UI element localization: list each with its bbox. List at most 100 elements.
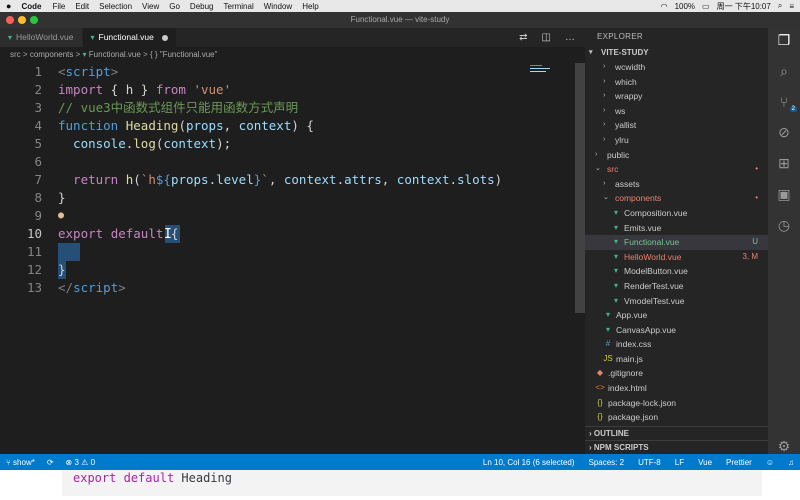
tree-item[interactable]: › assets xyxy=(585,177,768,192)
source-control-compare-icon[interactable]: ⇄ xyxy=(519,32,527,43)
tree-item[interactable]: › public xyxy=(585,148,768,163)
menu-list-icon[interactable]: ≡ xyxy=(789,2,794,11)
tree-item[interactable]: ▾ CanvasApp.vue xyxy=(585,323,768,338)
settings-gear-icon[interactable]: ⚙ xyxy=(774,438,794,455)
code-line: 1 <script> xyxy=(0,63,575,81)
tree-item[interactable]: › ylru xyxy=(585,133,768,148)
tree-item[interactable]: ▾ Composition.vue xyxy=(585,206,768,221)
menu-file[interactable]: File xyxy=(52,2,65,11)
branch-status[interactable]: ⑂ show* xyxy=(6,458,35,467)
battery-icon[interactable]: ▭ xyxy=(702,2,710,11)
tree-item[interactable]: ▾ RenderTest.vue xyxy=(585,279,768,294)
feedback-icon[interactable]: ☺ xyxy=(766,458,774,467)
tree-item[interactable]: {} package-lock.json xyxy=(585,396,768,411)
folder-closed-icon: › xyxy=(603,135,606,143)
tree-item[interactable]: ⌄ components • xyxy=(585,191,768,206)
source-control-icon[interactable]: ⑂ 2 xyxy=(774,94,797,112)
explorer-files-icon[interactable]: ❐ xyxy=(774,32,794,49)
tree-item[interactable]: ◆ .gitignore xyxy=(585,366,768,381)
macos-menubar: ● Code File Edit Selection View Go Debug… xyxy=(0,0,800,12)
encoding[interactable]: UTF-8 xyxy=(638,458,661,467)
tree-item[interactable]: ▾ Functional.vue U xyxy=(585,235,768,250)
minimap[interactable] xyxy=(530,63,575,83)
tree-item[interactable]: ⌄ src • xyxy=(585,162,768,177)
menu-debug[interactable]: Debug xyxy=(190,2,214,11)
remote-icon[interactable]: ▣ xyxy=(774,186,794,203)
clock[interactable]: 周一 下午10:07 xyxy=(717,1,771,12)
tree-item-label: .gitignore xyxy=(608,368,643,379)
search-icon[interactable]: ⌕ xyxy=(778,1,782,11)
code-editor[interactable]: 1 <script> 2 import { h } from 'vue' 3// v… xyxy=(0,63,585,454)
notifications-icon[interactable]: ♫ xyxy=(788,458,794,467)
tree-item[interactable]: ▾ ModelButton.vue xyxy=(585,264,768,279)
tree-item[interactable]: # index.css xyxy=(585,337,768,352)
menu-go[interactable]: Go xyxy=(169,2,180,11)
unsaved-dot-icon[interactable] xyxy=(161,34,168,41)
line-number: 11 xyxy=(26,244,42,259)
tree-item[interactable]: JS main.js xyxy=(585,352,768,367)
breadcrumb-components[interactable]: components xyxy=(30,50,74,59)
tree-item[interactable]: › yallist xyxy=(585,118,768,133)
git-status-badge: • xyxy=(755,193,758,203)
app-menu[interactable]: Code xyxy=(21,2,41,11)
more-actions-icon[interactable]: … xyxy=(565,32,575,43)
menu-selection[interactable]: Selection xyxy=(99,2,132,11)
tree-item[interactable]: ▾ App.vue xyxy=(585,308,768,323)
tree-item[interactable]: › ws xyxy=(585,104,768,119)
apple-menu-icon[interactable]: ● xyxy=(6,1,11,11)
tree-item[interactable]: <> index.html xyxy=(585,381,768,396)
git-file-icon: ◆ xyxy=(596,368,604,378)
tree-item[interactable]: ▾ HelloWorld.vue 3, M xyxy=(585,250,768,265)
code-line: 6 xyxy=(0,153,575,171)
tree-item[interactable]: › wcwidth xyxy=(585,60,768,75)
outline-section[interactable]: › OUTLINE xyxy=(585,426,768,440)
editor-scrollbar[interactable] xyxy=(575,63,585,313)
breadcrumb-src[interactable]: src xyxy=(10,50,21,59)
close-window-button[interactable] xyxy=(6,16,14,24)
lightbulb-icon[interactable]: ● xyxy=(58,207,64,225)
vue-file-icon: ▾ xyxy=(8,33,13,42)
timeline-icon[interactable]: ◷ xyxy=(774,217,794,234)
tree-item[interactable]: › wrappy xyxy=(585,89,768,104)
menu-edit[interactable]: Edit xyxy=(75,2,89,11)
debug-icon[interactable]: ⊘ xyxy=(774,124,794,141)
wifi-icon[interactable]: ◠ xyxy=(661,2,668,11)
breadcrumb-file[interactable]: Functional.vue xyxy=(89,50,141,59)
npm-scripts-section[interactable]: › NPM SCRIPTS xyxy=(585,440,768,454)
extensions-icon[interactable]: ⊞ xyxy=(774,155,794,172)
problems-status[interactable]: ⊗ 3 ⚠ 0 xyxy=(66,458,95,467)
zoom-window-button[interactable] xyxy=(30,16,38,24)
file-tree: › wcwidth › which › wrappy › ws › yallist › ylru › pu… xyxy=(585,60,768,425)
tree-item[interactable]: {} package.json xyxy=(585,410,768,425)
tree-item[interactable]: ▾ Emits.vue xyxy=(585,221,768,236)
line-number: 2 xyxy=(34,82,42,97)
vue-file-icon: ▾ xyxy=(613,237,618,247)
split-editor-icon[interactable]: ◫ xyxy=(542,32,551,43)
menu-help[interactable]: Help xyxy=(302,2,318,11)
indentation[interactable]: Spaces: 2 xyxy=(589,458,625,467)
battery-percent[interactable]: 100% xyxy=(675,2,695,11)
search-icon[interactable]: ⌕ xyxy=(774,63,794,80)
end-of-line[interactable]: LF xyxy=(675,458,684,467)
minimize-window-button[interactable] xyxy=(18,16,26,24)
tree-item-label: yallist xyxy=(615,120,637,131)
cursor-position[interactable]: Ln 10, Col 16 (6 selected) xyxy=(483,458,575,467)
tree-item[interactable]: › which xyxy=(585,75,768,90)
vue-file-icon: ▾ xyxy=(613,222,618,232)
language-mode[interactable]: Vue xyxy=(698,458,712,467)
menu-view[interactable]: View xyxy=(142,2,159,11)
folder-closed-icon: › xyxy=(603,92,606,100)
tree-item[interactable]: ▾ VmodelTest.vue xyxy=(585,294,768,309)
chevron-down-icon: ▾ xyxy=(589,49,593,56)
sync-icon[interactable]: ⟳ xyxy=(47,458,54,467)
tree-item-label: ws xyxy=(615,105,626,116)
chevron-right-icon: › xyxy=(589,429,592,438)
formatter[interactable]: Prettier xyxy=(726,458,752,467)
tab-functional[interactable]: ▾ Functional.vue xyxy=(82,28,177,47)
tab-helloworld[interactable]: ▾ HelloWorld.vue xyxy=(0,28,83,47)
menu-terminal[interactable]: Terminal xyxy=(224,2,254,11)
menu-window[interactable]: Window xyxy=(264,2,292,11)
project-section-header[interactable]: ▾ VITE-STUDY xyxy=(585,46,768,60)
breadcrumb-symbol[interactable]: { } "Functional.vue" xyxy=(150,50,218,59)
breadcrumb-separator: > xyxy=(143,50,148,59)
